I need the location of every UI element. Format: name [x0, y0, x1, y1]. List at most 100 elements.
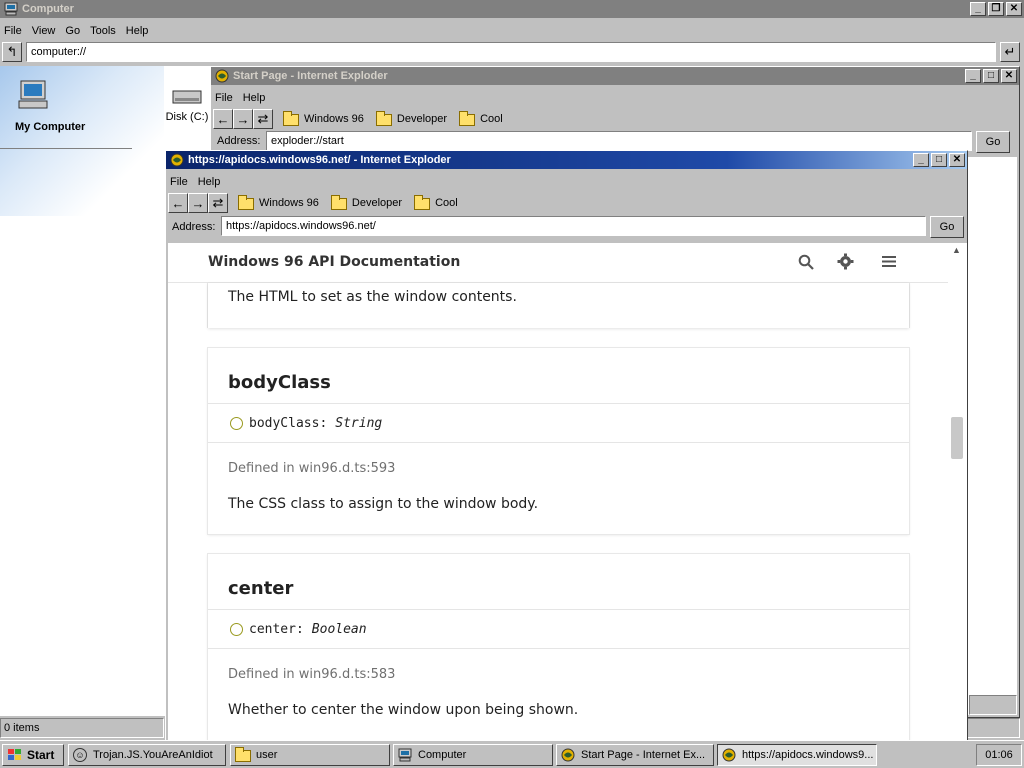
task-trojan[interactable]: ☺ Trojan.JS.YouAreAnIdiot: [68, 744, 226, 766]
close-button[interactable]: ✕: [949, 153, 965, 167]
api-titlebar[interactable]: https://apidocs.windows96.net/ - Interne…: [166, 151, 967, 169]
computer-go-button[interactable]: ↵: [1000, 42, 1020, 62]
folder-icon: [459, 111, 476, 126]
windows-logo-icon: [8, 749, 21, 760]
bookmark-cool[interactable]: Cool: [414, 195, 458, 210]
start-address-text: exploder://start: [271, 135, 344, 147]
refresh-button[interactable]: ⇄: [253, 109, 273, 129]
site-title[interactable]: Windows 96 API Documentation: [208, 254, 460, 270]
menu-help[interactable]: Help: [243, 92, 266, 104]
disk-item[interactable]: Disk (C:): [164, 90, 210, 123]
start-label: Start: [27, 748, 55, 762]
start-button[interactable]: Start: [2, 744, 64, 766]
maximize-button[interactable]: □: [931, 153, 947, 167]
disk-label: Disk (C:): [165, 111, 209, 123]
start-menubar: File Help: [211, 88, 1019, 108]
folder-icon: [330, 195, 347, 210]
bookmark-label: Windows 96: [304, 113, 364, 125]
computer-address-text: computer://: [31, 46, 87, 58]
minimize-button[interactable]: _: [970, 2, 986, 16]
computer-titlebar[interactable]: Computer _ ❐ ✕: [0, 0, 1024, 18]
bookmark-cool[interactable]: Cool: [459, 111, 503, 126]
refresh-button[interactable]: ⇄: [208, 193, 228, 213]
clock[interactable]: 01:06: [976, 744, 1022, 766]
my-computer-label: My Computer: [15, 121, 86, 133]
property-card-center: center center: Boolean Defined in win96.…: [208, 554, 909, 744]
menu-icon[interactable]: [881, 255, 897, 268]
property-circle-icon: [230, 622, 243, 636]
api-address-text: https://apidocs.windows96.net/: [226, 220, 376, 232]
menu-help[interactable]: Help: [126, 25, 149, 37]
bookmark-developer[interactable]: Developer: [330, 195, 402, 210]
bookmark-developer[interactable]: Developer: [375, 111, 448, 126]
menu-file[interactable]: File: [215, 92, 233, 104]
refresh-icon: ⇄: [257, 111, 269, 126]
api-address-input[interactable]: https://apidocs.windows96.net/: [221, 216, 926, 236]
computer-icon: [398, 748, 412, 762]
scroll-up-arrow-icon[interactable]: ▲: [952, 245, 961, 255]
close-button[interactable]: ✕: [1001, 69, 1017, 83]
menu-view[interactable]: View: [32, 25, 56, 37]
minimize-button[interactable]: _: [965, 69, 981, 83]
card-title: bodyClass: [228, 372, 331, 393]
folder-icon: [375, 111, 392, 126]
clock-time: 01:06: [985, 749, 1013, 761]
bookmark-label: Developer: [396, 113, 448, 125]
back-button[interactable]: ←: [213, 109, 233, 129]
bookmark-label: Cool: [480, 113, 503, 125]
bookmark-windows96[interactable]: Windows 96: [283, 111, 364, 126]
computer-address-input[interactable]: computer://: [26, 42, 996, 62]
forward-button[interactable]: →: [188, 193, 208, 213]
search-icon[interactable]: [798, 254, 814, 270]
close-button[interactable]: ✕: [1006, 2, 1022, 16]
page-scrollbar[interactable]: ▲: [948, 243, 967, 751]
signature-type: Boolean: [311, 621, 367, 637]
minimize-button[interactable]: _: [913, 153, 929, 167]
forward-button[interactable]: →: [233, 109, 253, 129]
task-computer[interactable]: Computer: [393, 744, 553, 766]
task-start-page[interactable]: Start Page - Internet Ex...: [556, 744, 714, 766]
start-address-input[interactable]: exploder://start: [266, 131, 972, 151]
task-label: https://apidocs.windows9...: [742, 749, 874, 761]
bookmark-windows96[interactable]: Windows 96: [238, 195, 319, 210]
disk-icon: [172, 90, 202, 104]
card-title: center: [228, 578, 294, 599]
start-resize-corner[interactable]: [969, 695, 1017, 715]
menu-tools[interactable]: Tools: [90, 25, 116, 37]
menu-help[interactable]: Help: [198, 176, 221, 188]
task-user[interactable]: user: [230, 744, 390, 766]
task-api-docs[interactable]: https://apidocs.windows9...: [717, 744, 877, 766]
start-page-side: [969, 157, 1017, 715]
maximize-button[interactable]: □: [983, 69, 999, 83]
api-go-button[interactable]: Go: [930, 216, 964, 238]
computer-sidebar: My Computer: [0, 66, 164, 716]
start-title: Start Page - Internet Exploder: [233, 70, 388, 82]
restore-button[interactable]: ❐: [988, 2, 1004, 16]
menu-file[interactable]: File: [4, 25, 22, 37]
start-go-button[interactable]: Go: [976, 131, 1010, 153]
smiley-icon: ☺: [73, 748, 87, 762]
up-button[interactable]: ↰: [2, 42, 22, 62]
folder-icon: [238, 195, 254, 210]
status-items-count: 0 items: [4, 722, 40, 734]
refresh-icon: ⇄: [212, 195, 224, 210]
gear-icon[interactable]: [837, 253, 854, 270]
menu-file[interactable]: File: [170, 176, 188, 188]
taskbar: Start ☺ Trojan.JS.YouAreAnIdiot user Com…: [0, 740, 1024, 768]
bookmark-label: Cool: [435, 197, 458, 209]
signature-name: center:: [249, 621, 304, 637]
forward-arrow-icon: →: [191, 195, 205, 211]
forward-arrow-icon: →: [236, 111, 250, 127]
start-toolbar: ← → ⇄ Windows 96 Developer Cool: [213, 108, 515, 130]
defined-in[interactable]: Defined in win96.d.ts:593: [208, 461, 395, 476]
task-label: Start Page - Internet Ex...: [581, 749, 706, 761]
start-titlebar[interactable]: Start Page - Internet Exploder _ □ ✕: [211, 67, 1019, 85]
back-button[interactable]: ←: [168, 193, 188, 213]
computer-title: Computer: [22, 3, 74, 15]
menu-go[interactable]: Go: [65, 25, 80, 37]
defined-in[interactable]: Defined in win96.d.ts:583: [208, 667, 395, 682]
scrollbar-thumb[interactable]: [951, 417, 963, 459]
signature-name: bodyClass:: [249, 415, 328, 431]
internet-exploder-icon: [170, 153, 184, 167]
task-label: Computer: [418, 749, 467, 761]
